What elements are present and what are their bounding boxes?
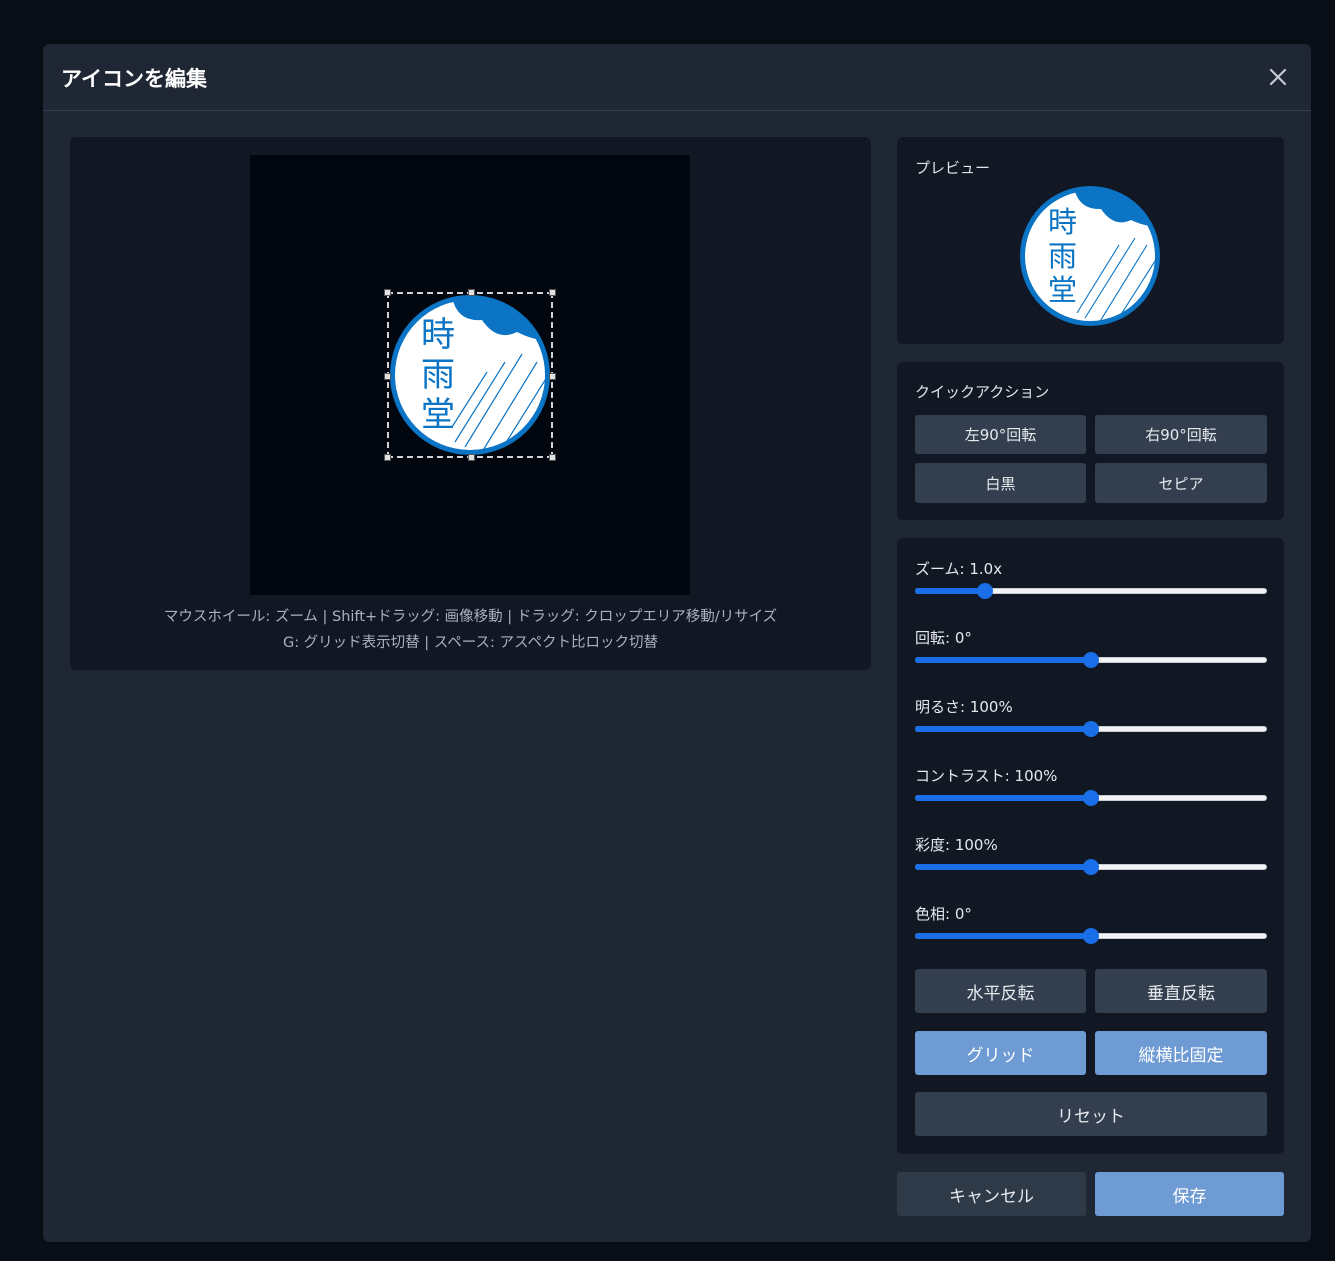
crop-handle-r[interactable] (549, 373, 556, 380)
crop-handle-l[interactable] (384, 373, 391, 380)
crop-handle-bl[interactable] (384, 454, 391, 461)
preview-title: プレビュー (915, 159, 991, 177)
slider-knob[interactable] (977, 583, 994, 599)
crop-handle-b[interactable] (468, 454, 475, 461)
crop-handle-tl[interactable] (384, 289, 391, 296)
image-canvas[interactable]: 時 雨 堂 (250, 155, 690, 595)
slider-fill (915, 864, 1091, 870)
slider-label: 明るさ: 100% (915, 698, 1013, 716)
close-icon[interactable] (1265, 64, 1291, 90)
slider-label: ズーム: 1.0x (915, 560, 1003, 578)
aspect-lock-button[interactable]: 縦横比固定 (1095, 1031, 1267, 1075)
preview-char-1: 時 (1048, 205, 1077, 239)
hint-line-2: G: グリッド表示切替 | スペース: アスペクト比ロック切替 (282, 635, 659, 651)
hint-line-1: マウスホイール: ズーム | Shift+ドラッグ: 画像移動 | ドラッグ: … (163, 609, 778, 625)
slider-fill (915, 795, 1091, 801)
sepia-button[interactable]: セピア (1095, 463, 1267, 503)
slider-fill (915, 657, 1091, 663)
quick-actions-title: クイックアクション (915, 383, 1050, 401)
slider[interactable] (915, 928, 1267, 944)
slider-knob[interactable] (1083, 652, 1099, 668)
slider[interactable] (915, 721, 1267, 737)
modal-header: アイコンを編集 (43, 44, 1311, 111)
modal-title: アイコンを編集 (61, 67, 207, 91)
editor-panel: 時 雨 堂 マウスホイール: ズーム | Shift+ドラッグ: 画像移動 | … (70, 137, 871, 670)
slider-knob[interactable] (1083, 721, 1099, 737)
adjustments-card: ズーム: 1.0x 回転: 0° 明るさ: 100% コントラスト: 100% 彩度: … (897, 538, 1284, 1154)
slider-knob[interactable] (1083, 859, 1099, 875)
slider[interactable] (915, 583, 1267, 599)
slider-label: コントラスト: 100% (915, 767, 1058, 785)
save-button[interactable]: 保存 (1095, 1172, 1284, 1216)
cancel-button[interactable]: キャンセル (897, 1172, 1086, 1216)
preview-char-3: 堂 (1048, 273, 1077, 307)
slider-fill (915, 588, 986, 594)
reset-button[interactable]: リセット (915, 1092, 1267, 1136)
slider-fill (915, 726, 1091, 732)
slider[interactable] (915, 652, 1267, 668)
flip-horizontal-button[interactable]: 水平反転 (915, 969, 1086, 1013)
flip-vertical-button[interactable]: 垂直反転 (1095, 969, 1267, 1013)
crop-handle-br[interactable] (549, 454, 556, 461)
slider[interactable] (915, 859, 1267, 875)
crop-area[interactable] (384, 289, 556, 461)
preview-image: 時 雨 堂 (1020, 186, 1160, 326)
grayscale-button[interactable]: 白黒 (915, 463, 1086, 503)
preview-card: プレビュー 時 雨 堂 (897, 137, 1284, 344)
slider-label: 回転: 0° (915, 629, 972, 647)
slider[interactable] (915, 790, 1267, 806)
crop-handle-t[interactable] (468, 289, 475, 296)
rotate-right-button[interactable]: 右90°回転 (1095, 415, 1267, 454)
rotate-left-button[interactable]: 左90°回転 (915, 415, 1086, 454)
slider-label: 彩度: 100% (915, 836, 998, 854)
preview-char-2: 雨 (1048, 239, 1077, 273)
slider-knob[interactable] (1083, 928, 1099, 944)
slider-fill (915, 933, 1091, 939)
grid-toggle-button[interactable]: グリッド (915, 1031, 1086, 1075)
crop-handle-tr[interactable] (549, 289, 556, 296)
slider-knob[interactable] (1083, 790, 1099, 806)
quick-actions-card: クイックアクション 左90°回転 右90°回転 白黒 セピア (897, 362, 1284, 520)
slider-label: 色相: 0° (915, 905, 972, 923)
edit-icon-modal: アイコンを編集 時 雨 堂 マウスホイール: ズーム | Shift+ドラッグ:… (43, 44, 1311, 1242)
